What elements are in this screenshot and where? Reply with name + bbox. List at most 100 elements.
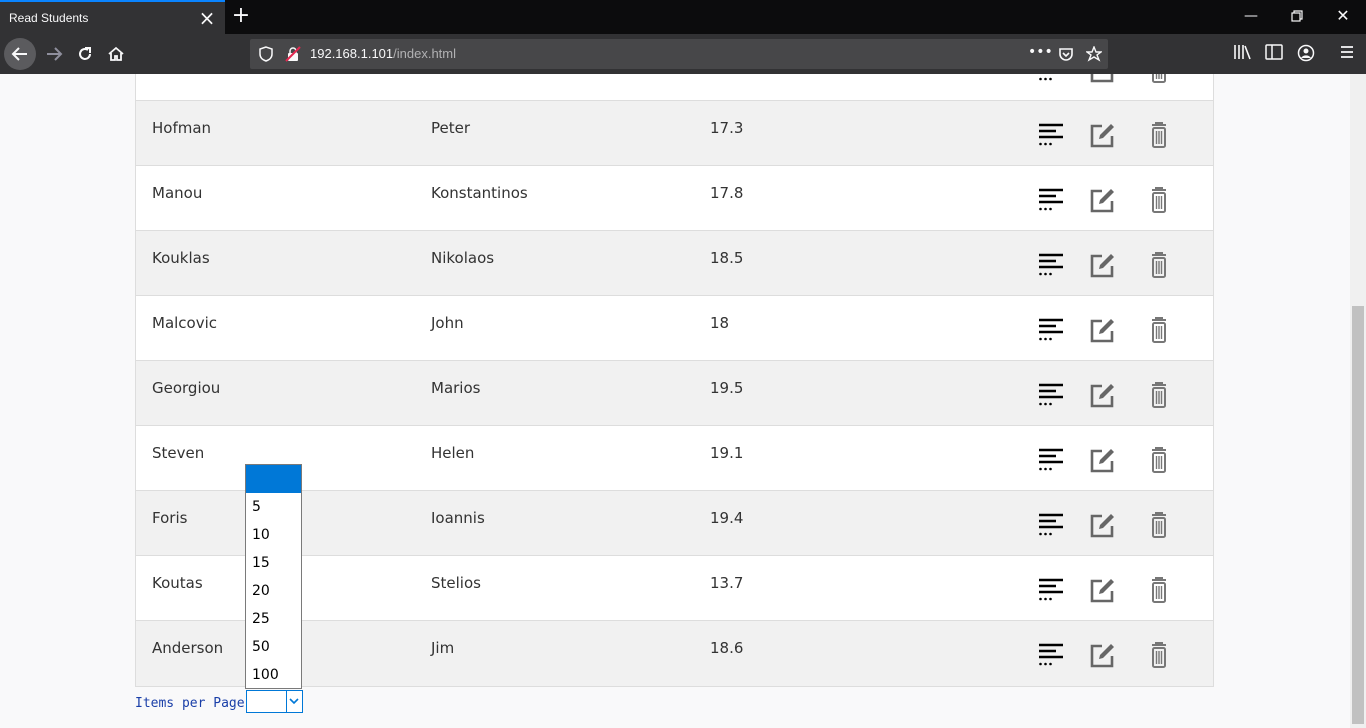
shield-icon[interactable] [259, 46, 273, 62]
details-icon[interactable] [1038, 511, 1064, 539]
grade-cell: 18.5 [710, 249, 744, 267]
url-bar[interactable]: 192.168.1.101/index.html ••• [250, 39, 1108, 69]
edit-icon[interactable] [1089, 381, 1115, 409]
account-icon[interactable] [1297, 44, 1315, 62]
details-icon[interactable] [1038, 316, 1064, 344]
tab-close-icon[interactable]: × [198, 8, 216, 28]
scrollbar-thumb[interactable] [1352, 306, 1364, 724]
last-name-cell: Georgiou [152, 379, 221, 397]
grade-cell: 19.5 [710, 379, 744, 397]
last-name-cell: Malcovic [152, 314, 218, 332]
dropdown-option[interactable]: 100 [246, 661, 301, 689]
vertical-scrollbar[interactable] [1350, 74, 1366, 728]
details-icon[interactable] [1038, 381, 1064, 409]
edit-icon[interactable] [1089, 511, 1115, 539]
dropdown-option[interactable]: 10 [246, 521, 301, 549]
first-name-cell: Helen [431, 444, 475, 462]
minimize-icon[interactable]: — [1238, 6, 1264, 26]
table-row: Kouklas Nikolaos 18.5 [136, 231, 1213, 296]
table-row: Malcovic John 18 [136, 296, 1213, 361]
chevron-down-icon[interactable] [286, 691, 302, 712]
home-button[interactable] [100, 38, 132, 70]
first-name-cell: John [431, 314, 464, 332]
trash-icon[interactable] [1146, 186, 1172, 214]
last-name-cell: Manou [152, 184, 203, 202]
first-name-cell: Peter [431, 119, 471, 137]
details-icon[interactable] [1038, 121, 1064, 149]
last-name-cell: Hofman [152, 119, 212, 137]
trash-icon[interactable] [1146, 511, 1172, 539]
dropdown-option[interactable]: 25 [246, 605, 301, 633]
first-name-cell: Konstantinos [431, 184, 528, 202]
edit-icon[interactable] [1089, 186, 1115, 214]
menu-icon[interactable] [1339, 44, 1355, 60]
navigation-bar: 192.168.1.101/index.html ••• [0, 34, 1366, 74]
trash-icon[interactable] [1146, 446, 1172, 474]
dropdown-option[interactable]: 50 [246, 633, 301, 661]
first-name-cell: Nikolaos [431, 249, 495, 267]
back-button[interactable] [4, 38, 36, 70]
first-name-cell: Jim [431, 639, 455, 657]
details-icon[interactable] [1038, 446, 1064, 474]
table-row: Hofman Peter 17.3 [136, 101, 1213, 166]
grade-cell: 19.1 [710, 444, 744, 462]
tab-read-students[interactable]: Read Students × [0, 0, 225, 34]
details-icon[interactable] [1038, 74, 1064, 84]
trash-icon[interactable] [1146, 316, 1172, 344]
edit-icon[interactable] [1089, 641, 1115, 669]
first-name-cell: Stelios [431, 574, 481, 592]
grade-cell: 17.8 [710, 184, 744, 202]
grade-cell: 17.3 [710, 119, 744, 137]
close-window-icon[interactable]: ✕ [1330, 6, 1356, 26]
url-text[interactable]: 192.168.1.101/index.html [310, 46, 456, 61]
url-host: 192.168.1.101 [310, 46, 394, 61]
grade-cell: 19.4 [710, 509, 744, 527]
new-tab-icon[interactable]: + [229, 4, 253, 28]
dropdown-option[interactable] [246, 465, 301, 493]
sidebar-icon[interactable] [1265, 44, 1283, 60]
trash-icon[interactable] [1146, 74, 1172, 84]
url-path: /index.html [393, 46, 457, 61]
details-icon[interactable] [1038, 576, 1064, 604]
details-icon[interactable] [1038, 641, 1064, 669]
trash-icon[interactable] [1146, 381, 1172, 409]
last-name-cell: Anderson [152, 639, 224, 657]
grade-cell: 13.7 [710, 574, 744, 592]
insecure-lock-icon[interactable] [285, 46, 301, 62]
items-per-page-select[interactable] [246, 690, 303, 713]
restore-icon[interactable] [1284, 6, 1310, 26]
details-icon[interactable] [1038, 251, 1064, 279]
edit-icon[interactable] [1089, 316, 1115, 344]
page-content: Hofman Peter 17.3 Manou Konstantinos 17.8 Kouk… [0, 74, 1350, 728]
items-per-page-dropdown: 5 10 15 20 25 50 100 [245, 464, 302, 689]
dropdown-option[interactable]: 15 [246, 549, 301, 577]
page-actions-icon[interactable]: ••• [1028, 44, 1053, 60]
first-name-cell: Marios [431, 379, 481, 397]
reload-button[interactable] [69, 38, 101, 70]
pocket-icon[interactable] [1058, 46, 1074, 62]
edit-icon[interactable] [1089, 446, 1115, 474]
tab-title: Read Students [9, 11, 89, 25]
library-icon[interactable] [1233, 44, 1251, 60]
trash-icon[interactable] [1146, 251, 1172, 279]
table-row: Georgiou Marios 19.5 [136, 361, 1213, 426]
first-name-cell: Ioannis [431, 509, 485, 527]
details-icon[interactable] [1038, 186, 1064, 214]
last-name-cell: Steven [152, 444, 205, 462]
grade-cell: 18 [710, 314, 730, 332]
grade-cell: 18.6 [710, 639, 744, 657]
edit-icon[interactable] [1089, 576, 1115, 604]
trash-icon[interactable] [1146, 576, 1172, 604]
last-name-cell: Kouklas [152, 249, 210, 267]
trash-icon[interactable] [1146, 641, 1172, 669]
edit-icon[interactable] [1089, 121, 1115, 149]
edit-icon[interactable] [1089, 251, 1115, 279]
bookmark-star-icon[interactable] [1086, 46, 1102, 62]
trash-icon[interactable] [1146, 121, 1172, 149]
forward-button[interactable] [38, 38, 70, 70]
tab-bar: Read Students × + — ✕ [0, 0, 1366, 34]
dropdown-option[interactable]: 5 [246, 493, 301, 521]
edit-icon[interactable] [1089, 74, 1115, 84]
table-row: Manou Konstantinos 17.8 [136, 166, 1213, 231]
dropdown-option[interactable]: 20 [246, 577, 301, 605]
